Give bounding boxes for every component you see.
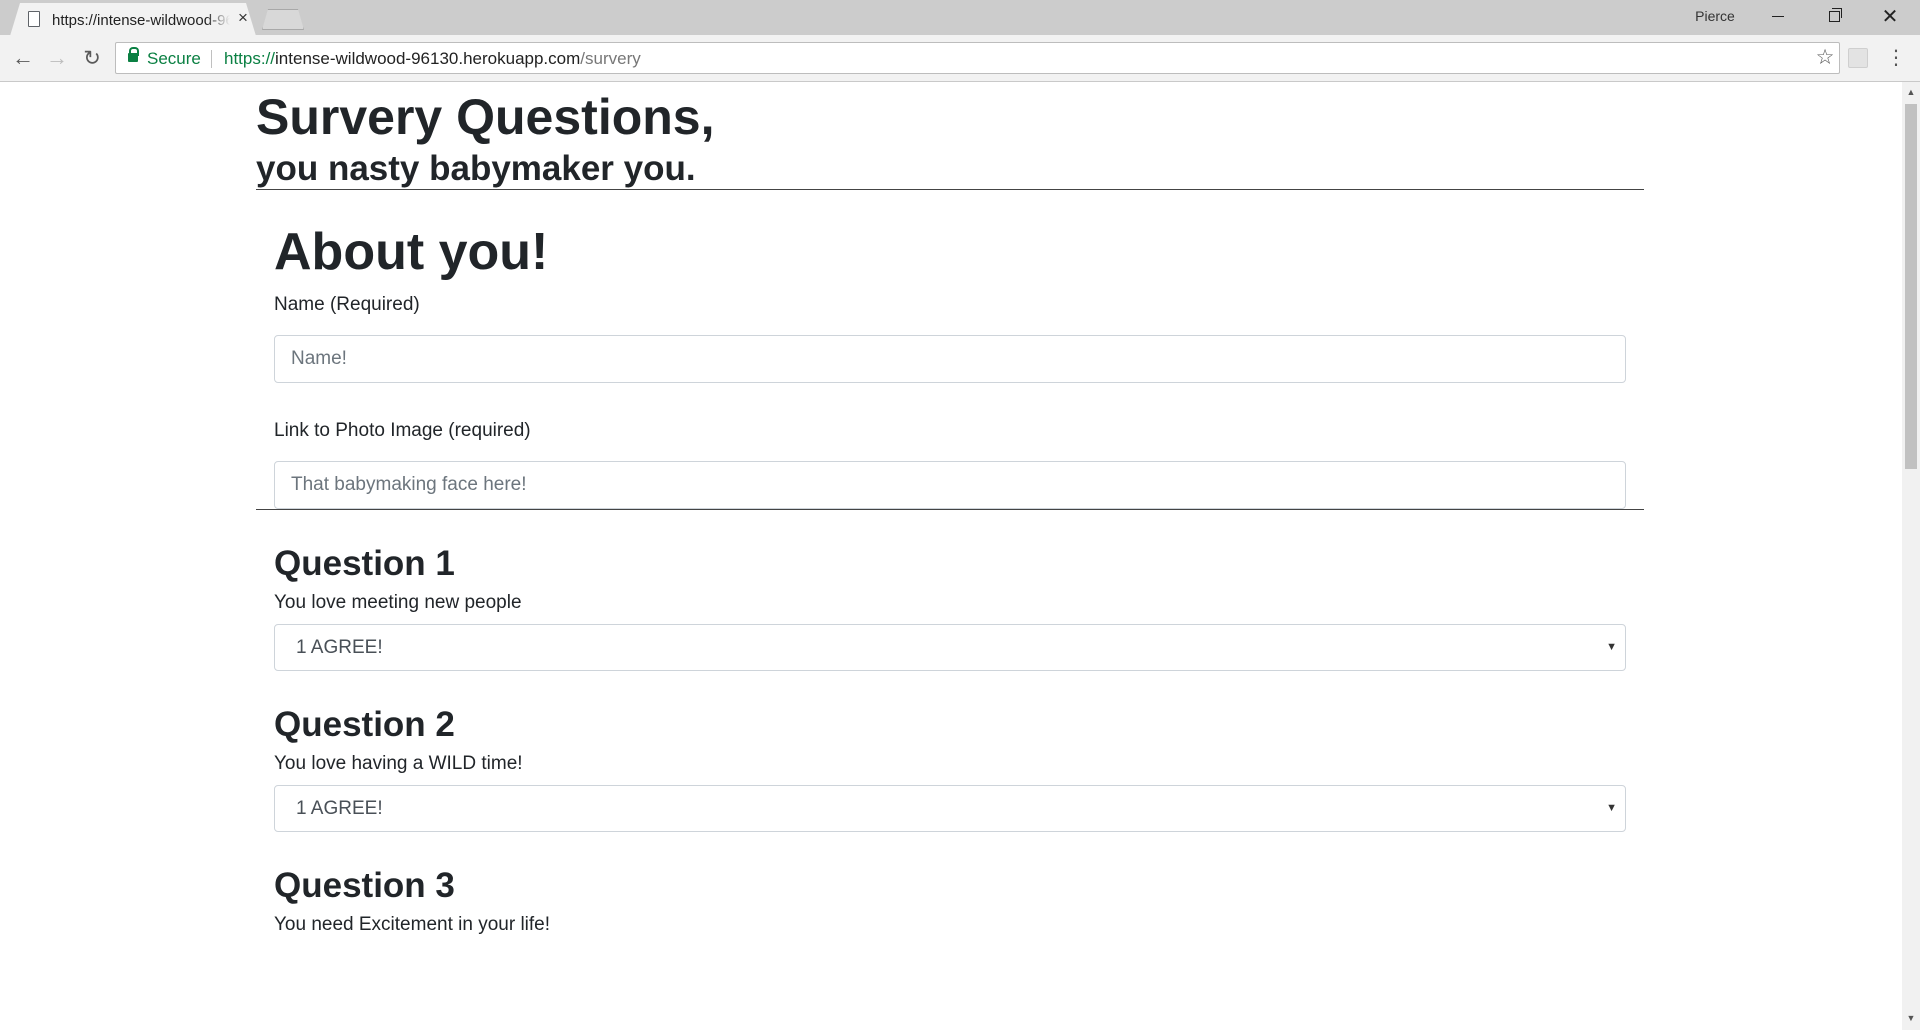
star-icon[interactable]: ☆	[1813, 46, 1837, 70]
lock-icon	[128, 47, 139, 62]
name-input[interactable]	[274, 335, 1626, 383]
selected-value: 1 AGREE!	[296, 637, 383, 658]
selected-value: 1 AGREE!	[296, 798, 383, 819]
divider	[256, 189, 1644, 190]
question-2: Question 2 You love having a WILD time! …	[274, 705, 1626, 832]
question-text: You love having a WILD time!	[274, 753, 523, 774]
scroll-down-icon[interactable]: ▼	[1902, 1012, 1920, 1024]
omnibox-divider	[211, 50, 212, 68]
scroll-thumb[interactable]	[1905, 104, 1917, 469]
page-viewport: Survery Questions, you nasty babymaker y…	[0, 82, 1902, 1030]
tab-title: https://intense-wildwood-96130.herokuapp…	[52, 12, 230, 29]
address-bar[interactable]: Secure https://intense-wildwood-96130.he…	[115, 42, 1840, 74]
page-subtitle: you nasty babymaker you.	[256, 149, 696, 188]
about-heading: About you!	[274, 223, 549, 281]
question-1-select[interactable]: 1 AGREE! ▼	[274, 624, 1626, 671]
browser-toolbar: ← → ↻ Secure https://intense-wildwood-96…	[0, 35, 1920, 82]
page-scrollbar[interactable]: ▲ ▼	[1902, 82, 1920, 1030]
forward-icon[interactable]: →	[42, 43, 72, 73]
restore-icon	[1828, 8, 1842, 22]
browser-tab[interactable]: https://intense-wildwood-96130.herokuapp…	[10, 3, 256, 36]
extension-icon[interactable]	[1848, 48, 1868, 68]
close-icon[interactable]: ×	[234, 8, 252, 28]
scroll-up-icon[interactable]: ▲	[1902, 86, 1920, 98]
page-container: Survery Questions, you nasty babymaker y…	[256, 82, 1644, 937]
question-heading: Question 1	[274, 544, 455, 583]
close-window-icon: ✕	[1881, 5, 1899, 28]
questions-section: Question 1 You love meeting new people 1…	[256, 544, 1644, 937]
page-title: Survery Questions,	[256, 89, 715, 145]
reload-icon[interactable]: ↻	[77, 43, 107, 73]
name-label: Name (Required)	[274, 294, 420, 315]
chevron-down-icon: ▼	[1606, 802, 1617, 814]
menu-icon[interactable]: ⋮	[1886, 45, 1906, 71]
url-host: intense-wildwood-96130.herokuapp.com	[275, 49, 581, 68]
profile-name[interactable]: Pierce	[1690, 6, 1740, 26]
about-section: About you! Name (Required) Link to Photo…	[256, 222, 1644, 509]
question-1: Question 1 You love meeting new people 1…	[274, 544, 1626, 671]
question-text: You love meeting new people	[274, 592, 522, 613]
minimize-icon	[1772, 16, 1784, 17]
question-text: You need Excitement in your life!	[274, 914, 551, 935]
chevron-down-icon: ▼	[1606, 641, 1617, 653]
url-scheme: https://	[224, 49, 276, 68]
question-2-select[interactable]: 1 AGREE! ▼	[274, 785, 1626, 832]
photo-link-input[interactable]	[274, 461, 1626, 509]
browser-titlebar: https://intense-wildwood-96130.herokuapp…	[0, 0, 1920, 36]
question-heading: Question 3	[274, 866, 455, 905]
new-tab-button[interactable]	[262, 9, 304, 30]
url-path: /survery	[580, 49, 641, 68]
question-heading: Question 2	[274, 705, 455, 744]
minimize-button[interactable]	[1750, 0, 1806, 33]
back-icon[interactable]: ←	[8, 43, 38, 73]
maximize-button[interactable]	[1806, 0, 1862, 33]
photo-label: Link to Photo Image (required)	[274, 420, 531, 441]
url-text[interactable]: https://intense-wildwood-96130.herokuapp…	[224, 49, 641, 69]
page-icon	[28, 11, 40, 27]
question-3: Question 3 You need Excitement in your l…	[274, 866, 1626, 937]
close-window-button[interactable]: ✕	[1862, 0, 1918, 33]
secure-label: Secure	[147, 49, 201, 68]
divider	[256, 509, 1644, 510]
